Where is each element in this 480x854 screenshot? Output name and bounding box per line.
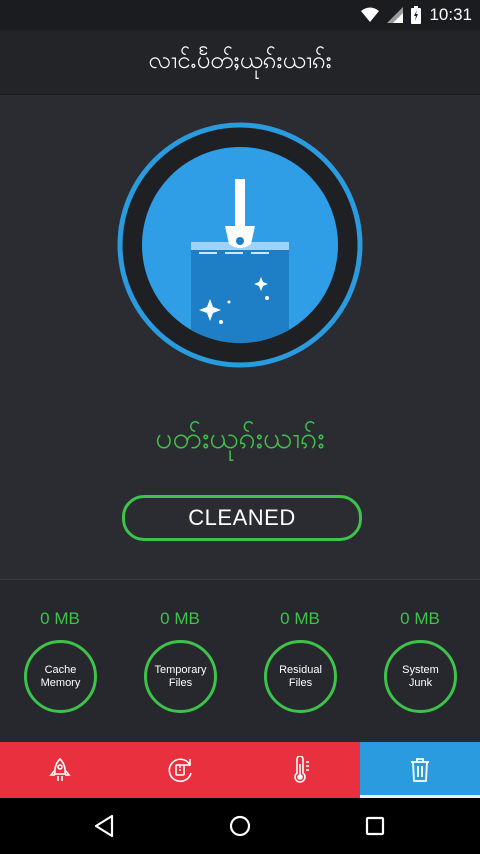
home-icon [229,815,251,837]
wifi-icon [361,7,380,22]
tab-junk-cleaner[interactable] [360,742,480,798]
clean-status-text: ပတ်းယုၵ်းယၢၵ်း [155,421,325,456]
recents-button[interactable] [361,812,389,840]
tab-battery-temp[interactable] [240,742,360,798]
clock-time: 10:31 [429,5,472,24]
status-icons: 10:31 [361,4,472,26]
status-bar: 10:31 [0,0,480,30]
signal-icon [387,7,404,23]
system-nav-bar [0,798,480,854]
app-bar: လၢင်ႉပႅတ်ႈယုၵ်းယၢၵ်း [0,30,480,94]
page-title: လၢင်ႉပႅတ်ႈယုၵ်းယၢၵ်း [148,46,332,74]
stat-cache-memory: 0 MB Cache Memory [0,580,120,742]
back-icon [94,814,114,838]
stat-size: 0 MB [40,609,80,628]
stat-size: 0 MB [400,609,440,628]
rocket-icon [49,757,71,781]
battery-icon [411,6,422,24]
cleaned-button[interactable]: CLEANED [122,495,362,541]
stat-ring[interactable]: Temporary Files [144,640,217,713]
cleaner-dial[interactable] [117,122,363,368]
back-button[interactable] [90,812,118,840]
stat-label: Residual Files [279,663,322,689]
stat-size: 0 MB [160,609,200,628]
tab-cpu-cooler[interactable] [120,742,240,798]
tab-boost[interactable] [0,742,120,798]
stat-label: System Junk [402,663,439,689]
recents-icon [365,816,385,836]
cpu-cooler-icon [168,758,192,782]
junk-stats: 0 MB Cache Memory 0 MB Temporary Files 0… [0,580,480,742]
bottom-tab-bar [0,742,480,798]
stat-size: 0 MB [280,609,320,628]
home-button[interactable] [226,812,254,840]
stat-ring[interactable]: Residual Files [264,640,337,713]
stat-label: Temporary Files [154,663,207,689]
trash-icon [411,758,429,782]
stat-ring[interactable]: Cache Memory [24,640,97,713]
stat-residual-files: 0 MB Residual Files [240,580,360,742]
thermometer-icon [294,756,309,783]
stat-system-junk: 0 MB System Junk [360,580,480,742]
stat-temporary-files: 0 MB Temporary Files [120,580,240,742]
stat-ring[interactable]: System Junk [384,640,457,713]
stat-label: Cache Memory [40,663,81,689]
